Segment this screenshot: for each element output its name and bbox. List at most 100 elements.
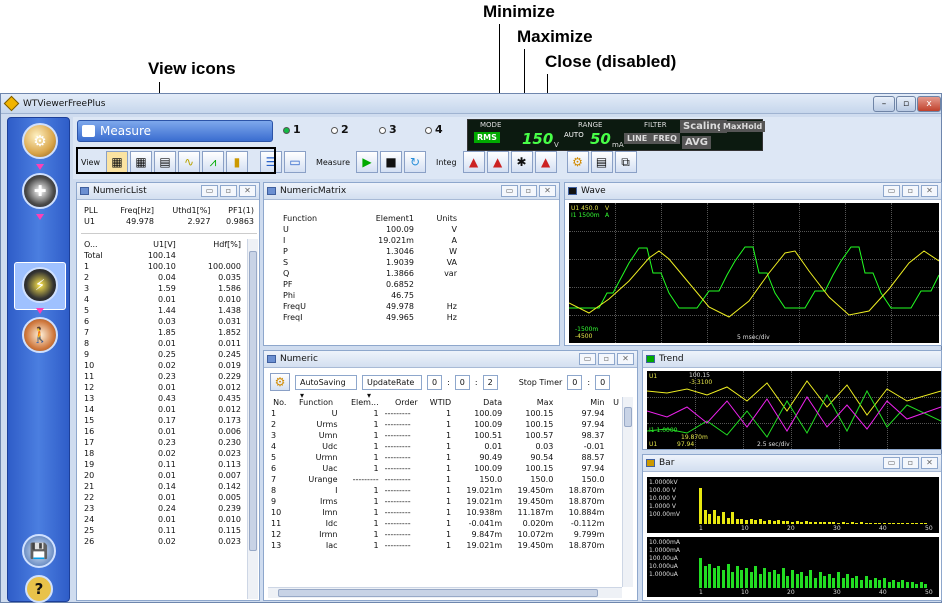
harmonic-bar xyxy=(809,522,813,524)
numeric-row[interactable]: 12 Irmn 1 --------- 1 9.847m 10.072m 9.799m xyxy=(268,529,622,540)
integ-hold-button[interactable]: ✱ xyxy=(510,151,533,173)
element-3-radio[interactable]: 3 xyxy=(379,123,397,136)
numeric-column-header[interactable]: No. xyxy=(268,397,292,408)
bar-x-tick: 1 xyxy=(699,525,703,532)
element-1-radio[interactable]: 1 xyxy=(283,123,301,136)
bar-x-tick: 1 xyxy=(699,589,703,596)
numeric-row[interactable]: 1 U 1 --------- 1 100.09 100.15 97.94 xyxy=(268,408,622,419)
nav-connect-button[interactable]: ✚ xyxy=(22,173,58,209)
element-4-radio[interactable]: 4 xyxy=(425,123,443,136)
numeric-column-header[interactable]: Elem... xyxy=(341,397,382,408)
updaterate-select[interactable]: UpdateRate ▾ xyxy=(362,374,422,400)
harmonic-bar xyxy=(924,523,928,524)
harmonic-bar xyxy=(814,522,817,524)
numeric-row[interactable]: 5 Urmn 1 --------- 1 90.49 90.54 88.57 xyxy=(268,452,622,463)
spin-hours[interactable]: 0 xyxy=(427,374,443,390)
nav-help-button[interactable]: ? xyxy=(25,575,53,603)
nav-measure-button[interactable]: ⚡ xyxy=(22,267,58,303)
numeric-row[interactable]: 2 Urms 1 --------- 1 100.09 100.15 97.94 xyxy=(268,419,622,430)
window-minimize-button[interactable]: – xyxy=(873,96,895,112)
measure-stop-button[interactable]: ■ xyxy=(379,151,402,173)
numeric-column-header[interactable]: Max xyxy=(505,397,556,408)
panel-minimize-button[interactable]: ▭ xyxy=(579,353,596,365)
measure-single-button[interactable]: ↻ xyxy=(403,151,426,173)
nav-arrow-icon xyxy=(36,308,44,314)
numeric-row[interactable]: 4 Udc 1 --------- 1 0.01 0.03 -0.01 xyxy=(268,441,622,452)
tile-vertical-button[interactable]: ▭ xyxy=(283,151,306,173)
numeric-row[interactable]: 9 Irms 1 --------- 1 19.021m 19.450m 18.870m xyxy=(268,496,622,507)
numeric-row[interactable]: 10 Imn 1 --------- 1 10.938m 11.187m 10.884m xyxy=(268,507,622,518)
panel-maximize-button[interactable]: ▫ xyxy=(220,185,237,197)
element-2-radio[interactable]: 2 xyxy=(331,123,349,136)
panel-minimize-button[interactable]: ▭ xyxy=(201,185,218,197)
numeric-row[interactable]: 3 Umn 1 --------- 1 100.51 100.57 98.37 xyxy=(268,430,622,441)
stop-timer-spin-2[interactable]: 0 xyxy=(595,374,611,390)
panel-maximize-button[interactable]: ▫ xyxy=(520,185,537,197)
numeric-column-header[interactable]: Order xyxy=(382,397,421,408)
panel-minimize-button[interactable]: ▭ xyxy=(883,185,900,197)
numericlist-table: O... U1[V] Hdf[%] Total 100.14 1 100.10 100.00… xyxy=(81,239,244,547)
trend-trace-green xyxy=(647,389,941,438)
measure-header: Measure xyxy=(77,120,273,142)
bar-y-label: 1.0000kV xyxy=(649,479,678,486)
measure-start-button[interactable]: ▶ xyxy=(355,151,378,173)
integ-stop-button[interactable]: ▲ xyxy=(486,151,509,173)
numeric-row[interactable]: 7 Urange --------- --------- 1 150.0 150.0 150.… xyxy=(268,474,622,485)
panel-minimize-button[interactable]: ▭ xyxy=(501,185,518,197)
numeric-row[interactable]: 8 I 1 --------- 1 19.021m 19.450m 18.870m xyxy=(268,485,622,496)
numeric-row[interactable]: 11 Idc 1 --------- 1 -0.041m 0.020m -0.112m xyxy=(268,518,622,529)
bar-y-label: 10.000 V xyxy=(649,495,677,502)
numeric-row[interactable]: 13 Iac 1 --------- 1 19.021m 19.450m 18.870m xyxy=(268,540,622,551)
spin-seconds[interactable]: 2 xyxy=(482,374,498,390)
panel-title: NumericList xyxy=(93,186,147,196)
integ-start-button[interactable]: ▲ xyxy=(462,151,485,173)
numericlist-row: 16 0.01 0.006 xyxy=(84,427,241,436)
window-list-button[interactable]: ▤ xyxy=(590,151,613,173)
panel-maximize-button[interactable]: ▫ xyxy=(598,353,615,365)
harmonic-bar xyxy=(712,510,716,524)
autosaving-select[interactable]: AutoSaving ▾ xyxy=(295,374,357,400)
numeric-settings-gear-icon[interactable]: ⚙ xyxy=(270,373,290,391)
scroll-thumb[interactable] xyxy=(624,407,632,427)
numeric-vscrollbar[interactable] xyxy=(622,397,633,587)
numeric-hscrollbar[interactable] xyxy=(268,587,622,598)
harmonic-bar xyxy=(740,570,744,588)
integ-reset-button[interactable]: ▲ xyxy=(534,151,557,173)
panel-maximize-button[interactable]: ▫ xyxy=(902,185,919,197)
numericlist-row: 14 0.01 0.012 xyxy=(84,405,241,414)
panel-title: Numeric xyxy=(280,354,318,364)
harmonic-bar xyxy=(892,523,896,524)
harmonic-bar xyxy=(846,523,850,524)
harmonic-bar xyxy=(809,570,813,588)
numericlist-scrollbar[interactable] xyxy=(247,239,258,599)
harmonic-bar xyxy=(887,582,891,588)
nav-exit-button[interactable]: 🚶 xyxy=(22,317,58,353)
window-maximize-button[interactable]: ▫ xyxy=(896,96,916,112)
harmonic-bar xyxy=(919,523,923,524)
bar-y-label: 10.000uA xyxy=(649,563,678,570)
window-close-button[interactable]: x xyxy=(917,96,941,112)
harmonic-bar xyxy=(758,574,762,588)
numeric-column-header[interactable]: Function xyxy=(292,397,341,408)
multi-window-button[interactable]: ⧉ xyxy=(614,151,637,173)
numeric-column-header[interactable]: WTID xyxy=(421,397,454,408)
nav-settings-button[interactable]: ⚙ xyxy=(22,123,58,159)
scroll-thumb[interactable] xyxy=(249,251,257,551)
settings-gear-icon[interactable]: ⚙ xyxy=(566,151,589,173)
scroll-thumb[interactable] xyxy=(278,589,598,597)
harmonic-bar xyxy=(763,568,767,588)
harmonic-bar xyxy=(754,520,758,524)
spin-minutes[interactable]: 0 xyxy=(454,374,470,390)
numeric-column-header[interactable]: U xyxy=(607,397,622,408)
harmonic-bar xyxy=(768,572,771,588)
nav-save-button[interactable]: 💾 xyxy=(22,534,56,568)
numeric-column-header[interactable]: Data xyxy=(454,397,505,408)
harmonic-bar xyxy=(910,582,914,588)
numeric-row[interactable]: 6 Uac 1 --------- 1 100.09 100.15 97.94 xyxy=(268,463,622,474)
numeric-column-header[interactable]: Min xyxy=(556,397,607,408)
app-logo-icon xyxy=(3,95,20,112)
panel-minimize-button[interactable]: ▭ xyxy=(883,457,900,469)
panel-maximize-button[interactable]: ▫ xyxy=(902,457,919,469)
harmonic-bar xyxy=(749,572,753,588)
stop-timer-spin-1[interactable]: 0 xyxy=(567,374,583,390)
